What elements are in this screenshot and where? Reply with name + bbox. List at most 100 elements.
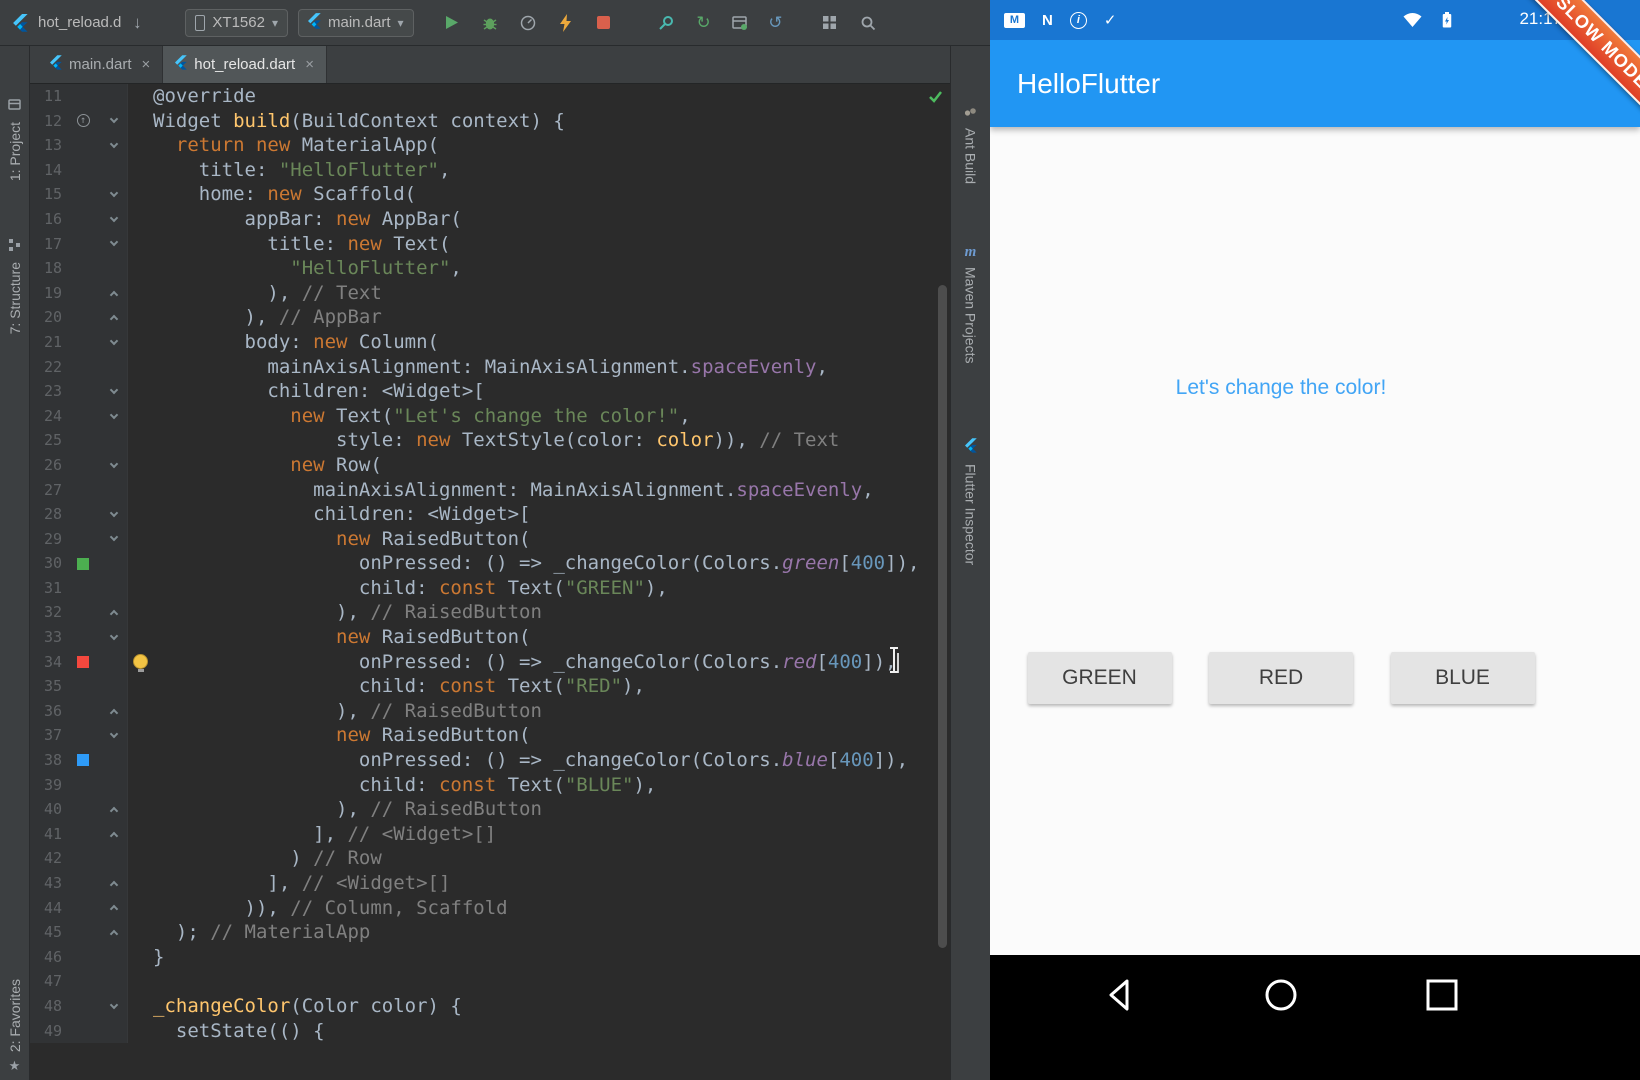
fold-icon[interactable] (110, 632, 118, 640)
line-number[interactable]: 25 (30, 428, 64, 453)
line-number[interactable]: 20 (30, 305, 64, 330)
line-number[interactable]: 12 (30, 109, 64, 134)
line-number[interactable]: 37 (30, 723, 64, 748)
code-editor[interactable]: 11@override12↑Widget build(BuildContext … (30, 84, 950, 1080)
fold-icon[interactable] (110, 140, 118, 148)
code-text[interactable]: child: const Text("RED"), (128, 674, 950, 699)
code-text[interactable]: mainAxisAlignment: MainAxisAlignment.spa… (128, 355, 950, 380)
code-line[interactable]: 17title: new Text( (30, 232, 950, 257)
stop-button[interactable] (592, 11, 616, 35)
code-text[interactable]: ), // RaisedButton (128, 797, 950, 822)
line-number[interactable]: 32 (30, 600, 64, 625)
line-number[interactable]: 11 (30, 84, 64, 109)
code-text[interactable]: new RaisedButton( (128, 625, 950, 650)
line-number[interactable]: 13 (30, 133, 64, 158)
inspection-ok-icon[interactable] (928, 89, 943, 109)
sidebar-item-structure[interactable]: 7: Structure (0, 238, 29, 334)
sidebar-item-maven-projects[interactable]: m Maven Projects (951, 244, 990, 363)
code-text[interactable]: ), // Text (128, 281, 950, 306)
code-text[interactable]: ); // MaterialApp (128, 920, 950, 945)
code-line[interactable]: 39child: const Text("BLUE"), (30, 773, 950, 798)
code-line[interactable]: 11@override (30, 84, 950, 109)
line-number[interactable]: 27 (30, 478, 64, 503)
code-line[interactable]: 32), // RaisedButton (30, 600, 950, 625)
line-number[interactable]: 18 (30, 256, 64, 281)
line-number[interactable]: 49 (30, 1019, 64, 1044)
line-number[interactable]: 44 (30, 896, 64, 921)
code-text[interactable] (128, 969, 950, 994)
run-button[interactable] (440, 11, 464, 35)
app-button-blue[interactable]: BLUE (1391, 652, 1535, 704)
hot-restart-icon[interactable]: ↻ (692, 11, 716, 35)
code-text[interactable]: Widget build(BuildContext context) { (128, 109, 950, 134)
search-icon[interactable] (856, 11, 880, 35)
code-line[interactable]: 18"HelloFlutter", (30, 256, 950, 281)
code-line[interactable]: 16 appBar: new AppBar( (30, 207, 950, 232)
code-line[interactable]: 15 home: new Scaffold( (30, 182, 950, 207)
code-line[interactable]: 35child: const Text("RED"), (30, 674, 950, 699)
code-line[interactable]: 38onPressed: () => _changeColor(Colors.b… (30, 748, 950, 773)
code-line[interactable]: 49setState(() { (30, 1019, 950, 1044)
code-text[interactable]: home: new Scaffold( (128, 182, 950, 207)
run-config-selector[interactable]: main.dart ▾ (298, 9, 414, 37)
code-line[interactable]: 40 ), // RaisedButton (30, 797, 950, 822)
code-text[interactable]: body: new Column( (128, 330, 950, 355)
line-number[interactable]: 42 (30, 846, 64, 871)
color-swatch-blue-icon[interactable] (77, 754, 89, 766)
line-number[interactable]: 41 (30, 822, 64, 847)
fold-icon[interactable] (110, 459, 118, 467)
line-number[interactable]: 46 (30, 945, 64, 970)
fold-icon[interactable] (110, 930, 118, 938)
line-number[interactable]: 26 (30, 453, 64, 478)
code-line[interactable]: 27mainAxisAlignment: MainAxisAlignment.s… (30, 478, 950, 503)
code-text[interactable]: onPressed: () => _changeColor(Colors.blu… (128, 748, 950, 773)
line-number[interactable]: 24 (30, 404, 64, 429)
line-number[interactable]: 33 (30, 625, 64, 650)
line-number[interactable]: 19 (30, 281, 64, 306)
fold-icon[interactable] (110, 214, 118, 222)
code-line[interactable]: 28 children: <Widget>[ (30, 502, 950, 527)
code-text[interactable]: children: <Widget>[ (128, 502, 950, 527)
code-text[interactable]: return new MaterialApp( (128, 133, 950, 158)
code-line[interactable]: 22mainAxisAlignment: MainAxisAlignment.s… (30, 355, 950, 380)
code-line[interactable]: 20), // AppBar (30, 305, 950, 330)
tab-hot-reload-dart[interactable]: hot_reload.dart × (163, 46, 327, 83)
code-line[interactable]: 36), // RaisedButton (30, 699, 950, 724)
line-number[interactable]: 23 (30, 379, 64, 404)
back-nav-icon[interactable] (1100, 975, 1140, 1020)
fold-icon[interactable] (110, 807, 118, 815)
recents-nav-icon[interactable] (1422, 975, 1462, 1020)
debug-button[interactable] (478, 11, 502, 35)
line-number[interactable]: 16 (30, 207, 64, 232)
code-text[interactable]: child: const Text("GREEN"), (128, 576, 950, 601)
code-text[interactable]: appBar: new AppBar( (128, 207, 950, 232)
line-number[interactable]: 28 (30, 502, 64, 527)
line-number[interactable]: 14 (30, 158, 64, 183)
line-number[interactable]: 34 (30, 650, 64, 675)
line-number[interactable]: 48 (30, 994, 64, 1019)
code-text[interactable]: ) // Row (128, 846, 950, 871)
sidebar-item-project[interactable]: 1: Project (0, 98, 29, 181)
line-number[interactable]: 30 (30, 551, 64, 576)
code-text[interactable]: style: new TextStyle(color: color)), // … (128, 428, 950, 453)
flutter-attach-icon[interactable] (654, 11, 678, 35)
code-line[interactable]: 19 ), // Text (30, 281, 950, 306)
code-line[interactable]: 44)), // Column, Scaffold (30, 896, 950, 921)
code-line[interactable]: 48_changeColor(Color color) { (30, 994, 950, 1019)
code-line[interactable]: 41], // <Widget>[] (30, 822, 950, 847)
fold-icon[interactable] (110, 708, 118, 716)
fold-icon[interactable] (110, 509, 118, 517)
sidebar-item-flutter-inspector[interactable]: Flutter Inspector (951, 438, 990, 565)
app-button-red[interactable]: RED (1209, 652, 1353, 704)
code-text[interactable]: children: <Widget>[ (128, 379, 950, 404)
color-swatch-green-icon[interactable] (77, 558, 89, 570)
line-number[interactable]: 40 (30, 797, 64, 822)
line-number[interactable]: 43 (30, 871, 64, 896)
line-number[interactable]: 15 (30, 182, 64, 207)
code-text[interactable]: title: new Text( (128, 232, 950, 257)
line-number[interactable]: 21 (30, 330, 64, 355)
fold-icon[interactable] (110, 881, 118, 889)
device-selector[interactable]: XT1562 ▾ (185, 9, 288, 37)
intention-bulb-icon[interactable] (133, 654, 148, 669)
code-text[interactable]: title: "HelloFlutter", (128, 158, 950, 183)
